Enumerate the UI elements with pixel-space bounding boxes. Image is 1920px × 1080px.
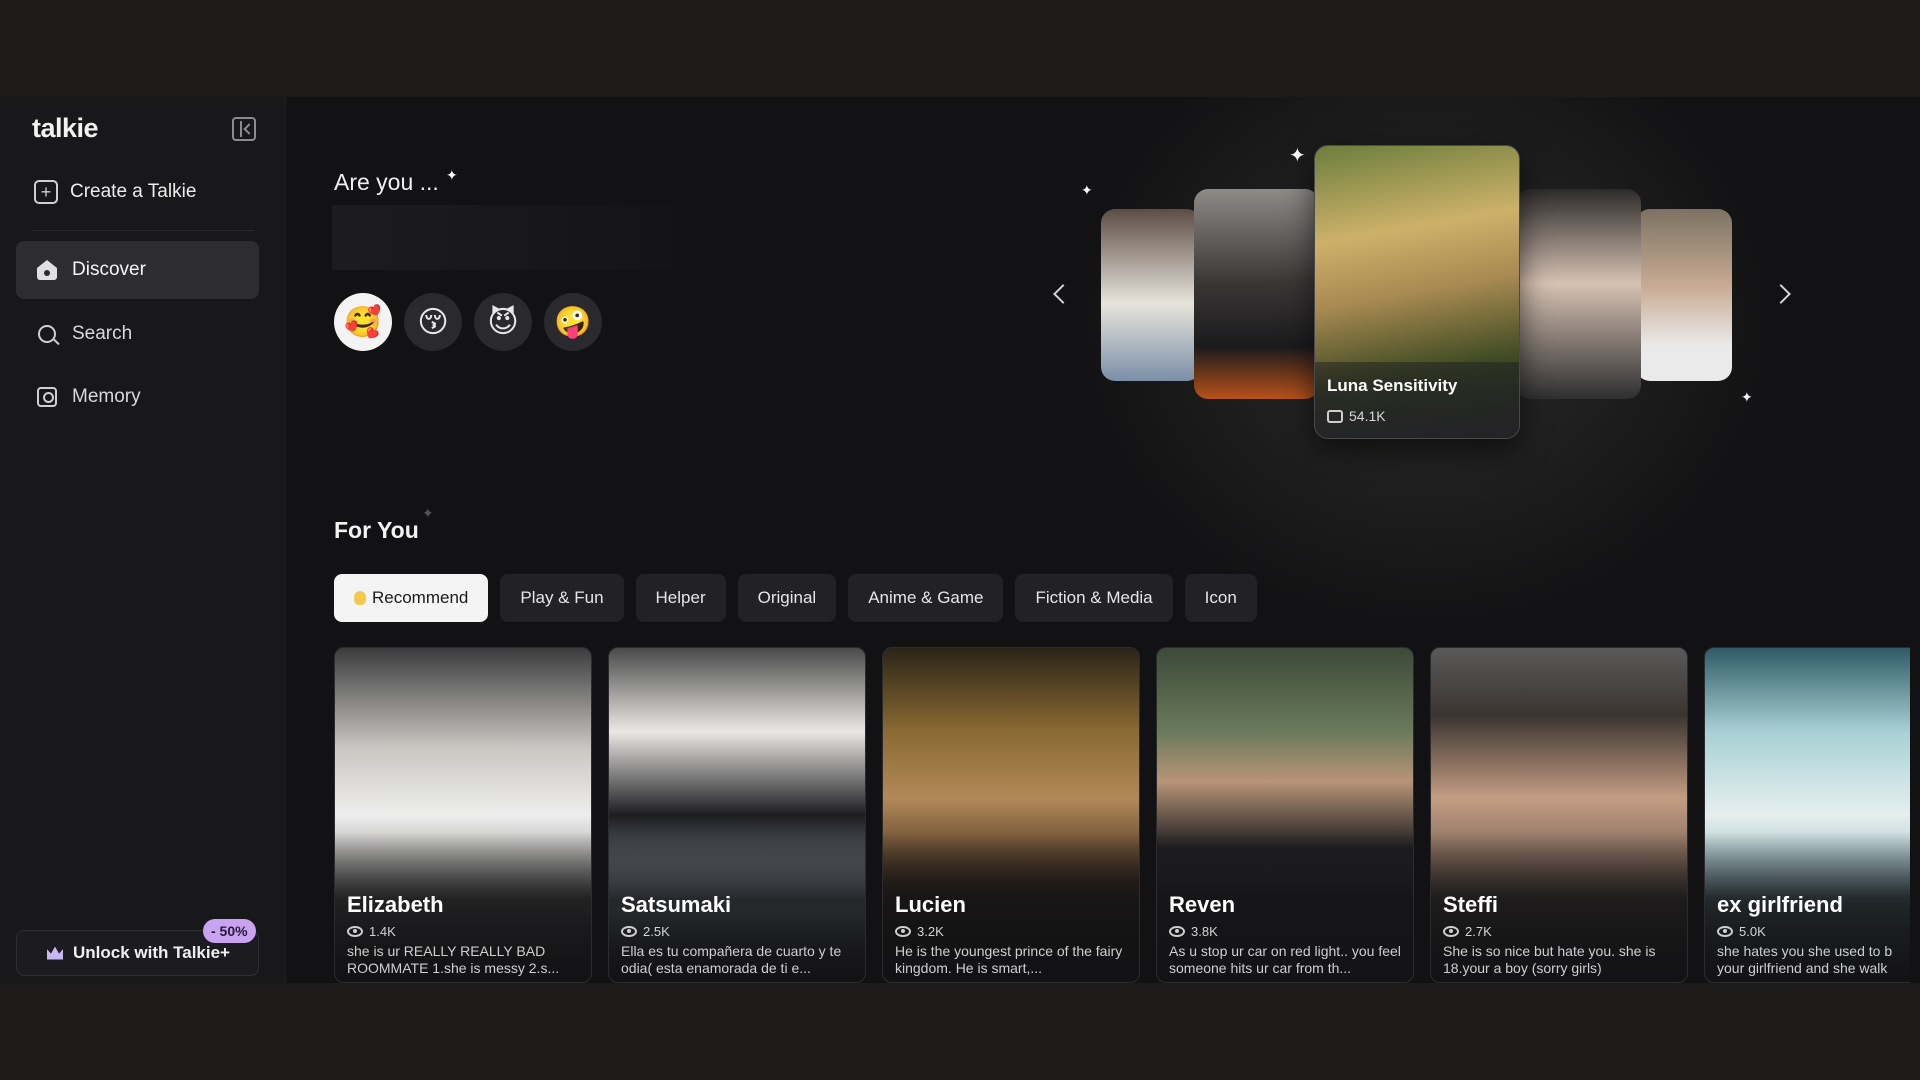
home-icon bbox=[36, 259, 58, 281]
character-card[interactable]: Reven 3.8K As u stop ur car on red light… bbox=[1156, 647, 1414, 983]
view-count: 3.2K bbox=[895, 924, 944, 939]
chat-count-value: 54.1K bbox=[1349, 408, 1386, 424]
sidebar-divider bbox=[32, 230, 254, 231]
featured-chat-count: 54.1K bbox=[1327, 408, 1386, 424]
character-card[interactable]: Steffi 2.7K She is so nice but hate you.… bbox=[1430, 647, 1688, 983]
discount-badge: - 50% bbox=[203, 919, 256, 943]
tab-play-fun[interactable]: Play & Fun bbox=[500, 574, 624, 622]
character-description: Ella es tu compañera de cuarto y te odia… bbox=[621, 943, 842, 976]
character-description: He is the youngest prince of the fairy k… bbox=[895, 943, 1123, 976]
mood-option[interactable]: 😚 bbox=[404, 293, 462, 351]
featured-character-card[interactable] bbox=[1636, 209, 1732, 381]
create-talkie-label: Create a Talkie bbox=[70, 181, 197, 202]
question-panel bbox=[332, 205, 672, 270]
unlock-label: Unlock with Talkie+ bbox=[73, 943, 230, 962]
sparkle-icon: ✦ bbox=[1289, 145, 1306, 167]
sparkle-icon: ✦ bbox=[1081, 182, 1093, 198]
view-count-value: 1.4K bbox=[369, 924, 396, 939]
card-caption bbox=[1315, 362, 1519, 438]
character-card[interactable]: Elizabeth 1.4K she is ur REALLY REALLY B… bbox=[334, 647, 592, 983]
view-count-value: 2.7K bbox=[1465, 924, 1492, 939]
chat-icon bbox=[1327, 409, 1343, 423]
collapse-sidebar-icon[interactable] bbox=[232, 117, 256, 141]
featured-character-card[interactable] bbox=[1516, 189, 1641, 399]
view-count: 2.7K bbox=[1443, 924, 1492, 939]
app-window: talkie + Create a Talkie Discover Search… bbox=[0, 97, 1920, 983]
for-you-heading: For You bbox=[334, 517, 419, 543]
view-count-value: 3.2K bbox=[917, 924, 944, 939]
character-name: Steffi bbox=[1443, 892, 1498, 917]
plus-icon: + bbox=[34, 180, 58, 204]
view-count: 5.0K bbox=[1717, 924, 1766, 939]
character-name: Elizabeth bbox=[347, 892, 444, 917]
view-count: 1.4K bbox=[347, 924, 396, 939]
featured-character-card[interactable] bbox=[1194, 189, 1319, 399]
tab-recommend[interactable]: Recommend bbox=[334, 574, 489, 622]
mood-option[interactable]: 🥰 bbox=[334, 293, 392, 351]
search-icon bbox=[36, 323, 58, 345]
main-content: Are you ... ✦ 🥰 😚 😈 🤪 ✦ ✦ ✦ Luna Sensiti… bbox=[286, 97, 1920, 983]
character-description: she is ur REALLY REALLY BAD ROOMMATE 1.s… bbox=[347, 943, 560, 976]
character-name: Reven bbox=[1169, 892, 1236, 917]
character-description: She is so nice but hate you. she is 18.y… bbox=[1443, 943, 1656, 976]
view-count-value: 2.5K bbox=[643, 924, 670, 939]
eye-icon bbox=[1443, 926, 1459, 937]
sidebar: talkie + Create a Talkie Discover Search… bbox=[0, 97, 286, 983]
character-card[interactable]: ex girlfriend 5.0K she hates you she use… bbox=[1704, 647, 1910, 983]
character-description: As u stop ur car on red light.. you feel… bbox=[1169, 943, 1401, 976]
crown-icon bbox=[47, 946, 63, 960]
view-count: 3.8K bbox=[1169, 924, 1218, 939]
view-count-value: 5.0K bbox=[1739, 924, 1766, 939]
eye-icon bbox=[895, 926, 911, 937]
mood-selector: 🥰 😚 😈 🤪 bbox=[334, 293, 602, 351]
eye-icon bbox=[1717, 926, 1733, 937]
tab-label: Recommend bbox=[372, 588, 469, 607]
create-talkie-button[interactable]: + Create a Talkie bbox=[34, 177, 196, 207]
eye-icon bbox=[347, 926, 363, 937]
tab-fiction-media[interactable]: Fiction & Media bbox=[1015, 574, 1173, 622]
tab-icon[interactable]: Icon bbox=[1184, 574, 1257, 622]
view-count-value: 3.8K bbox=[1191, 924, 1218, 939]
character-name: Satsumaki bbox=[621, 892, 732, 917]
sidebar-item-memory[interactable]: Memory bbox=[16, 368, 259, 426]
sidebar-item-label: Search bbox=[72, 323, 133, 344]
character-name: Lucien bbox=[895, 892, 966, 917]
featured-character-card-active[interactable]: Luna Sensitivity 54.1K bbox=[1314, 145, 1520, 439]
memory-icon bbox=[36, 386, 58, 408]
featured-character-card[interactable] bbox=[1101, 209, 1201, 381]
sparkle-icon: ✦ bbox=[446, 167, 458, 183]
tab-original[interactable]: Original bbox=[737, 574, 837, 622]
view-count: 2.5K bbox=[621, 924, 670, 939]
character-card-list: Elizabeth 1.4K she is ur REALLY REALLY B… bbox=[334, 647, 1910, 983]
character-card[interactable]: Satsumaki 2.5K Ella es tu compañera de c… bbox=[608, 647, 866, 983]
are-you-heading: Are you ... bbox=[334, 169, 439, 195]
character-name: ex girlfriend bbox=[1717, 892, 1843, 917]
sparkle-icon: ✦ bbox=[422, 505, 434, 521]
character-card[interactable]: Lucien 3.2K He is the youngest prince of… bbox=[882, 647, 1140, 983]
category-tabs: Recommend Play & Fun Helper Original Ani… bbox=[334, 574, 1257, 622]
sidebar-item-discover[interactable]: Discover bbox=[16, 241, 259, 299]
lightbulb-icon bbox=[354, 591, 366, 605]
mood-option[interactable]: 🤪 bbox=[544, 293, 602, 351]
sidebar-item-search[interactable]: Search bbox=[16, 305, 259, 363]
tab-anime-game[interactable]: Anime & Game bbox=[848, 574, 1004, 622]
sparkle-icon: ✦ bbox=[1741, 389, 1753, 405]
sidebar-item-label: Memory bbox=[72, 386, 141, 407]
featured-character-name: Luna Sensitivity bbox=[1327, 376, 1458, 395]
eye-icon bbox=[1169, 926, 1185, 937]
talkie-logo[interactable]: talkie bbox=[32, 113, 99, 144]
tab-helper[interactable]: Helper bbox=[635, 574, 726, 622]
character-description: she hates you she used to b your girlfri… bbox=[1717, 943, 1893, 976]
mood-option[interactable]: 😈 bbox=[474, 293, 532, 351]
sidebar-item-label: Discover bbox=[72, 259, 146, 280]
eye-icon bbox=[621, 926, 637, 937]
